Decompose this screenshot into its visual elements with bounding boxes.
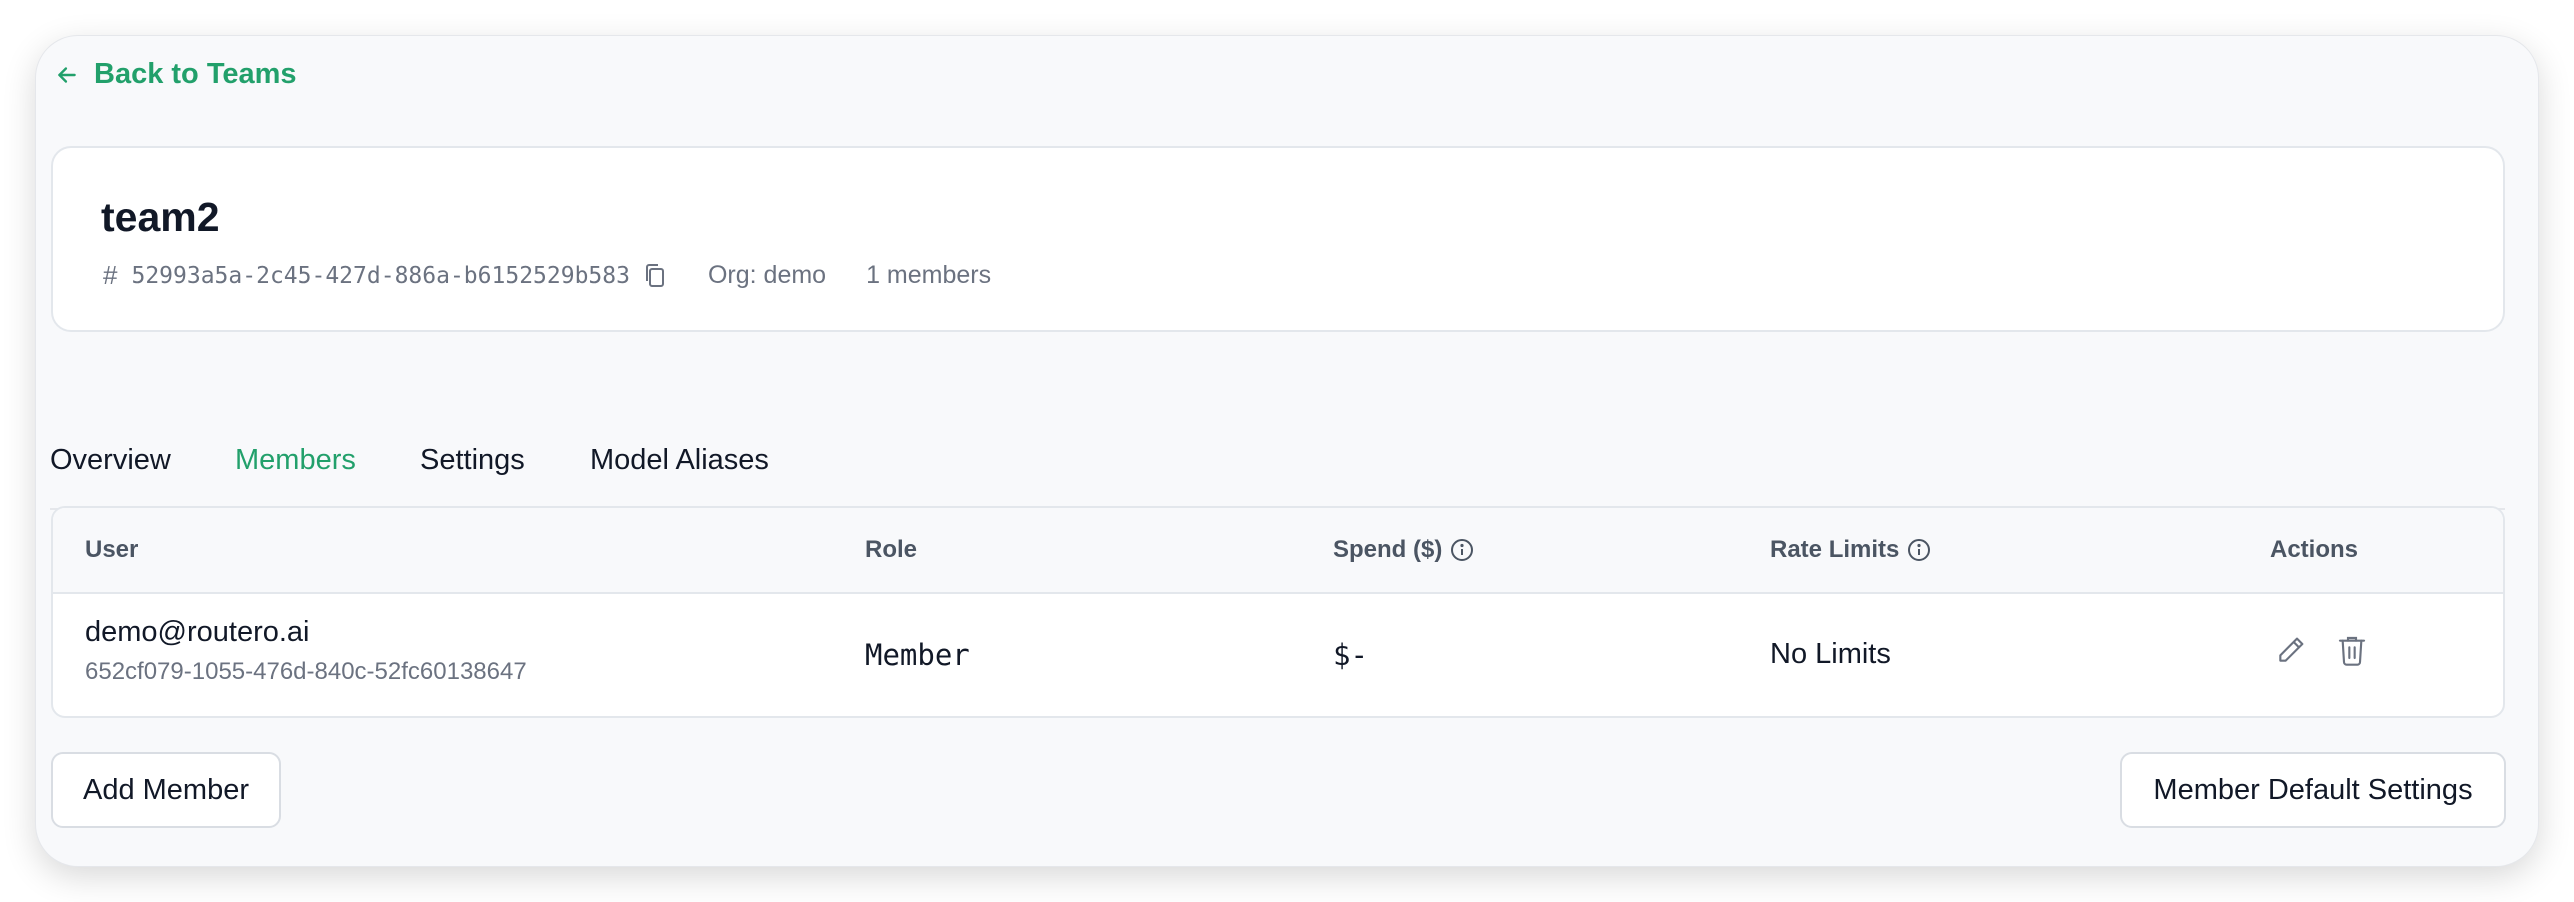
team-org: Org: demo — [707, 261, 827, 289]
trash-delete-icon[interactable] — [2337, 634, 2367, 666]
back-to-teams-link[interactable]: Back to Teams — [54, 58, 297, 91]
member-email: demo@routero.ai — [85, 616, 310, 648]
members-table: User Role Spend ($) Rate Limits Actions … — [51, 506, 2505, 718]
column-header-role: Role — [865, 536, 918, 563]
arrow-left-icon — [54, 62, 80, 88]
copy-icon[interactable] — [644, 263, 666, 289]
team-name: team2 — [101, 194, 220, 240]
member-default-settings-button[interactable]: Member Default Settings — [2120, 752, 2506, 828]
team-tabs: Overview Members Settings Model Aliases — [50, 426, 2505, 510]
add-member-button[interactable]: Add Member — [51, 752, 281, 828]
pencil-edit-icon[interactable] — [2275, 634, 2307, 666]
back-to-teams-label: Back to Teams — [94, 58, 297, 90]
info-icon[interactable] — [1450, 538, 1474, 562]
column-header-user: User — [85, 536, 139, 563]
member-role: Member — [865, 638, 970, 672]
member-user-id: 652cf079-1055-476d-840c-52fc60138647 — [85, 658, 527, 685]
info-icon[interactable] — [1907, 538, 1931, 562]
tab-model-aliases[interactable]: Model Aliases — [590, 444, 769, 508]
team-id: 52993a5a-2c45-427d-886a-b6152529b583 — [131, 262, 630, 289]
table-header: User Role Spend ($) Rate Limits Actions — [53, 508, 2503, 594]
column-header-rate-limits: Rate Limits — [1770, 536, 1931, 564]
tab-settings[interactable]: Settings — [420, 444, 525, 508]
member-spend: $- — [1333, 638, 1368, 672]
tab-overview[interactable]: Overview — [50, 444, 171, 508]
column-header-actions: Actions — [2270, 536, 2359, 563]
team-meta: # 52993a5a-2c45-427d-886a-b6152529b583 O… — [103, 260, 991, 291]
hash-icon: # — [103, 260, 118, 290]
member-rate-limits: No Limits — [1770, 638, 1891, 670]
team-members-count: 1 members — [866, 261, 992, 289]
tab-members[interactable]: Members — [235, 444, 356, 510]
column-header-spend: Spend ($) — [1333, 536, 1474, 564]
app-window: Back to Teams team2 # 52993a5a-2c45-427d… — [36, 36, 2538, 866]
team-header-card: team2 # 52993a5a-2c45-427d-886a-b6152529… — [51, 146, 2505, 332]
